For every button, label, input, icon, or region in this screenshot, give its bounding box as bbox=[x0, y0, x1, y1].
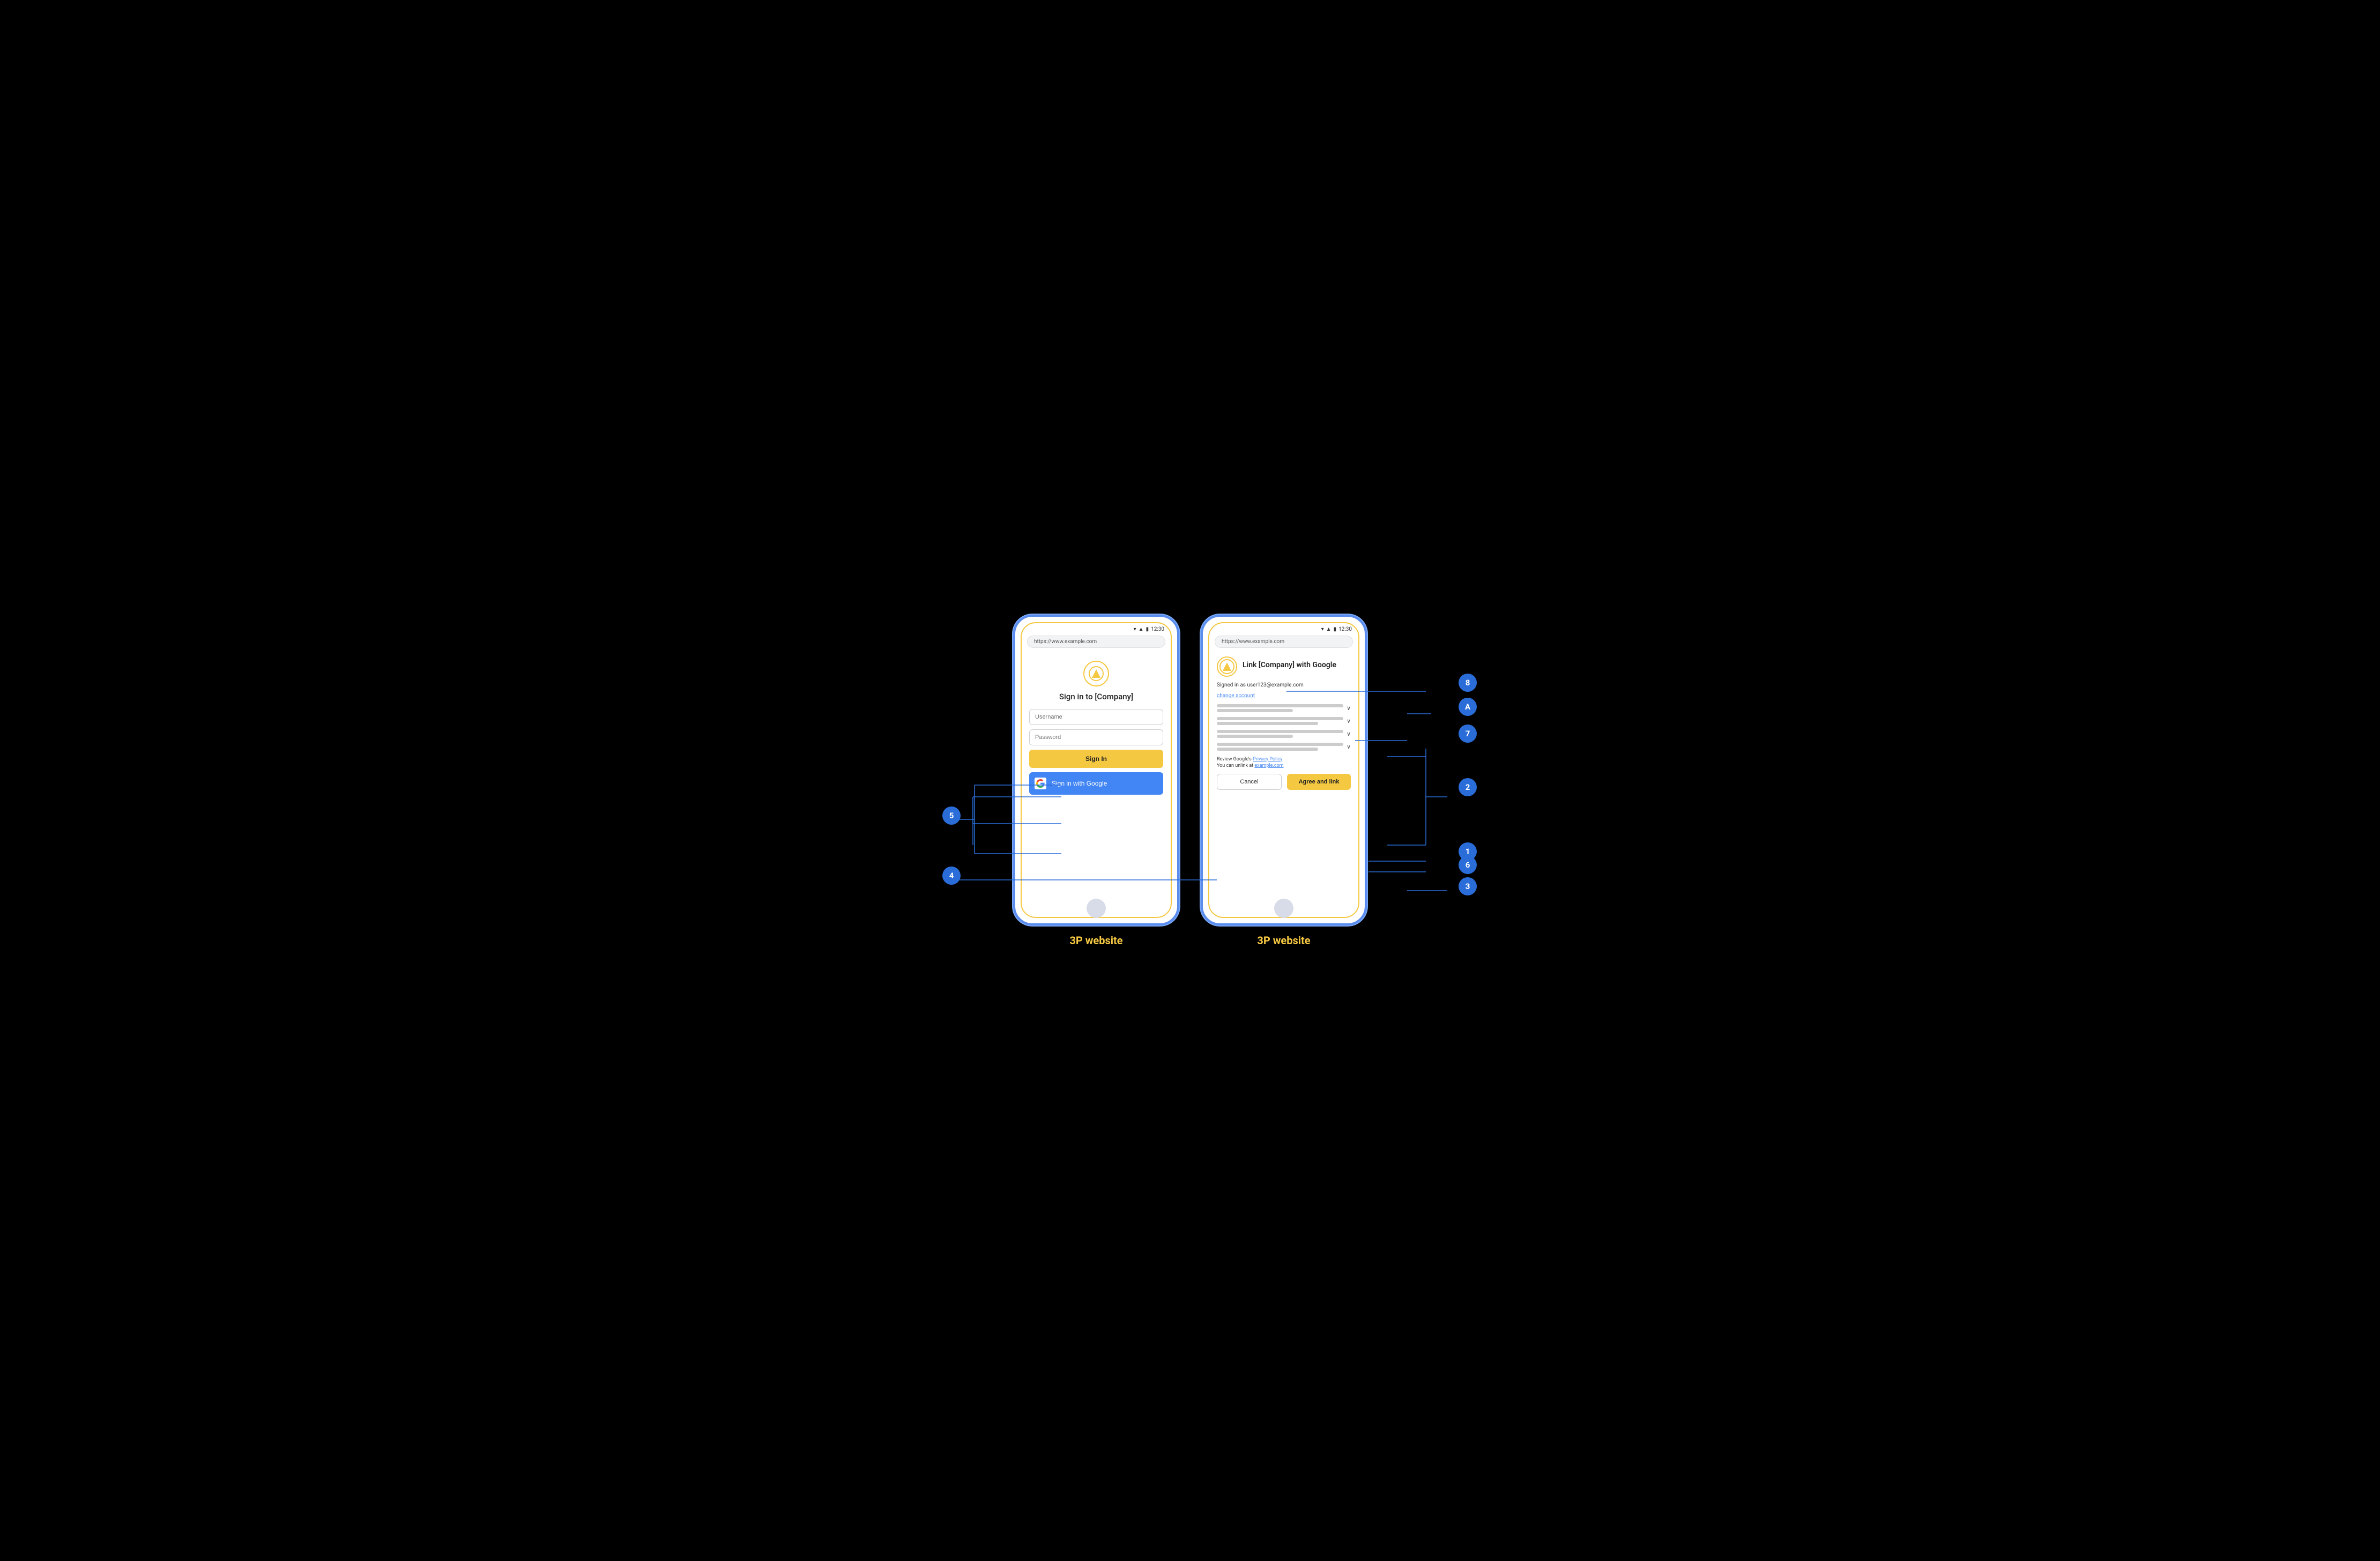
perm-line bbox=[1217, 709, 1293, 712]
phone2-company-logo bbox=[1217, 656, 1237, 677]
permissions-list: ∨ ∨ bbox=[1217, 704, 1351, 752]
phone2-shell: ▾ ▲ ▮ 12:30 https://www.example.com bbox=[1201, 615, 1367, 925]
perm-line bbox=[1217, 748, 1318, 751]
annotation-2: 2 bbox=[1459, 778, 1477, 796]
permission-item-3: ∨ bbox=[1217, 730, 1351, 740]
annotation-A: A bbox=[1459, 698, 1477, 716]
phone2-title: Link [Company] with Google bbox=[1243, 661, 1336, 669]
phone1-label: 3P website bbox=[1069, 934, 1122, 947]
phone2-time: 12:30 bbox=[1338, 626, 1352, 632]
perm-lines-2 bbox=[1217, 717, 1343, 727]
action-buttons: Cancel Agree and link bbox=[1217, 774, 1351, 790]
phone1-home-button[interactable] bbox=[1087, 899, 1106, 918]
phone1-content: Sign in to [Company] Sign In bbox=[1022, 652, 1171, 802]
signed-in-text: Signed in as user123@example.com bbox=[1217, 682, 1351, 688]
battery-icon2: ▮ bbox=[1334, 626, 1337, 632]
sign-in-button[interactable]: Sign In bbox=[1029, 750, 1163, 768]
annotation-5: 5 bbox=[942, 806, 961, 825]
phone1-screen: ▾ ▲ ▮ 12:30 https://www.example.com bbox=[1021, 622, 1172, 918]
phone2-wrapper: ▾ ▲ ▮ 12:30 https://www.example.com bbox=[1201, 615, 1367, 947]
phone1-wrapper: ▾ ▲ ▮ 12:30 https://www.example.com bbox=[1013, 615, 1179, 947]
battery-icon: ▮ bbox=[1146, 626, 1149, 632]
phone1-url: https://www.example.com bbox=[1034, 639, 1097, 645]
annotation-7: 7 bbox=[1459, 725, 1477, 743]
signal-icon2: ▲ bbox=[1326, 626, 1332, 632]
phone2-url: https://www.example.com bbox=[1222, 639, 1284, 645]
perm-line bbox=[1217, 722, 1318, 725]
annotation-6: 6 bbox=[1459, 856, 1477, 874]
annotation-3: 3 bbox=[1459, 877, 1477, 895]
change-account-link[interactable]: change account bbox=[1217, 693, 1255, 699]
unlink-text: You can unlink at example.com bbox=[1217, 763, 1351, 768]
google-logo bbox=[1036, 779, 1045, 788]
chevron-icon-4: ∨ bbox=[1347, 743, 1351, 750]
annotation-4: 4 bbox=[942, 867, 961, 885]
perm-lines-4 bbox=[1217, 743, 1343, 752]
permission-item-4: ∨ bbox=[1217, 743, 1351, 752]
phone1-address-bar[interactable]: https://www.example.com bbox=[1027, 636, 1165, 648]
annotation-8: 8 bbox=[1459, 674, 1477, 692]
perm-line bbox=[1217, 735, 1293, 738]
policy-text: Review Google's Privacy Policy bbox=[1217, 757, 1351, 762]
permission-item-2: ∨ bbox=[1217, 717, 1351, 727]
perm-lines-1 bbox=[1217, 704, 1343, 714]
phone2-label: 3P website bbox=[1257, 934, 1310, 947]
username-input[interactable] bbox=[1029, 709, 1163, 725]
chevron-icon-2: ∨ bbox=[1347, 718, 1351, 725]
phone1-time: 12:30 bbox=[1151, 626, 1164, 632]
permission-item-1: ∨ bbox=[1217, 704, 1351, 714]
google-icon bbox=[1035, 778, 1046, 789]
chevron-icon-3: ∨ bbox=[1347, 730, 1351, 737]
perm-line bbox=[1217, 743, 1343, 746]
wifi-icon2: ▾ bbox=[1321, 626, 1324, 632]
signal-icon: ▲ bbox=[1139, 626, 1144, 632]
triangle-icon2 bbox=[1219, 659, 1234, 674]
phone2-address-bar[interactable]: https://www.example.com bbox=[1215, 636, 1353, 648]
wifi-icon: ▾ bbox=[1134, 626, 1136, 632]
perm-line bbox=[1217, 730, 1343, 733]
phone1-status-bar: ▾ ▲ ▮ 12:30 bbox=[1022, 623, 1171, 633]
perm-lines-3 bbox=[1217, 730, 1343, 740]
phone1-shell: ▾ ▲ ▮ 12:30 https://www.example.com bbox=[1013, 615, 1179, 925]
google-sign-in-button[interactable]: Sign in with Google bbox=[1029, 772, 1163, 795]
phone2-screen: ▾ ▲ ▮ 12:30 https://www.example.com bbox=[1208, 622, 1359, 918]
phone2-home-button[interactable] bbox=[1274, 899, 1293, 918]
password-input[interactable] bbox=[1029, 729, 1163, 745]
diagram-container: ▾ ▲ ▮ 12:30 https://www.example.com bbox=[895, 588, 1485, 974]
cancel-button[interactable]: Cancel bbox=[1217, 774, 1282, 790]
privacy-policy-link[interactable]: Privacy Policy bbox=[1253, 757, 1282, 762]
phone2-content: Link [Company] with Google Signed in as … bbox=[1209, 652, 1358, 797]
perm-line bbox=[1217, 717, 1343, 720]
connector-lines bbox=[895, 588, 1485, 974]
phone1-company-logo bbox=[1083, 661, 1109, 686]
chevron-icon-1: ∨ bbox=[1347, 705, 1351, 712]
google-button-label: Sign in with Google bbox=[1052, 780, 1107, 787]
phone1-title: Sign in to [Company] bbox=[1029, 692, 1163, 701]
perm-line bbox=[1217, 704, 1343, 707]
unlink-link[interactable]: example.com bbox=[1254, 763, 1283, 768]
triangle-icon bbox=[1089, 666, 1104, 681]
agree-link-button[interactable]: Agree and link bbox=[1287, 774, 1351, 790]
phone2-status-bar: ▾ ▲ ▮ 12:30 bbox=[1209, 623, 1358, 633]
